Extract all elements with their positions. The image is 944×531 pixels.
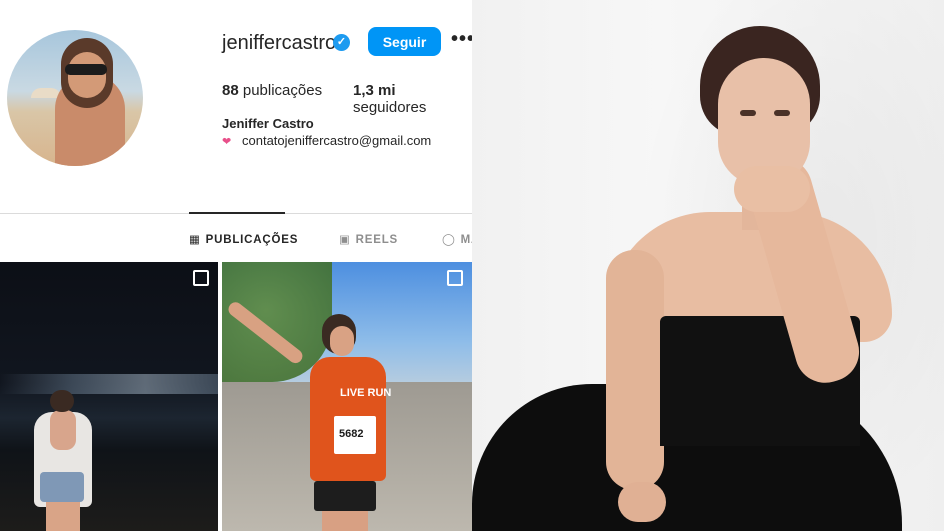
more-options-icon[interactable]: ••• <box>451 28 472 51</box>
avatar-sunglasses <box>65 64 107 75</box>
follow-button[interactable]: Seguir <box>368 27 441 56</box>
avatar-face <box>68 52 106 98</box>
profile-avatar[interactable] <box>7 30 143 166</box>
multi-image-icon <box>447 270 463 286</box>
post-shirt-text: LIVE RUN <box>340 387 392 399</box>
post-bib-number: 5682 <box>339 428 364 440</box>
portrait-left-eye <box>740 110 756 116</box>
posts-label: publicações <box>242 82 323 99</box>
tab-tagged[interactable]: ◯ MA <box>442 232 472 246</box>
post-runner-legs <box>322 511 368 531</box>
tab-publicacoes[interactable]: ▦ PUBLICAÇÕES <box>189 232 298 246</box>
followers-label: seguidores <box>353 99 427 116</box>
post-shoreline <box>0 374 218 394</box>
portrait-hand-under-chin <box>734 166 810 212</box>
posts-count-stat[interactable]: 88 publicações <box>222 82 322 99</box>
grid-icon: ▦ <box>189 234 201 246</box>
bio-contact-line: ❤ contatojeniffercastro@gmail.com <box>222 133 431 148</box>
reels-icon: ▣ <box>339 234 351 246</box>
profile-username: jeniffercastro <box>222 32 337 54</box>
post-person-shorts <box>40 472 84 502</box>
profile-full-name: Jeniffer Castro <box>222 116 314 131</box>
post-person-hair <box>50 390 74 412</box>
instagram-profile-screenshot: jeniffercastro ✓ Seguir ••• 88 publicaçõ… <box>0 0 472 531</box>
post-runner-face <box>330 326 354 356</box>
tab-label: MA <box>460 234 472 246</box>
post-thumbnail-beach-night[interactable] <box>0 262 218 531</box>
tab-label: PUBLICAÇÕES <box>205 234 299 246</box>
tagged-icon: ◯ <box>442 234 456 246</box>
posts-count: 88 <box>222 82 239 99</box>
tab-reels[interactable]: ▣ REELS <box>339 232 398 246</box>
followers-count: 1,3 mi <box>353 82 396 99</box>
portrait-photo <box>472 0 944 531</box>
multi-image-icon <box>193 270 209 286</box>
tab-label: REELS <box>355 234 399 246</box>
portrait-right-eye <box>774 110 790 116</box>
active-tab-indicator <box>189 212 285 214</box>
portrait-hand-on-knee <box>618 482 666 522</box>
post-runner-shorts <box>314 481 376 511</box>
verified-badge-icon: ✓ <box>333 34 350 51</box>
post-person-skin <box>50 410 76 450</box>
post-person-legs <box>46 502 80 531</box>
contact-email: contatojeniffercastro@gmail.com <box>242 133 432 148</box>
heart-icon: ❤ <box>222 136 232 148</box>
portrait-left-arm <box>606 250 664 490</box>
followers-stat[interactable]: 1,3 mi seguidores <box>353 82 472 116</box>
post-thumbnail-race[interactable]: LIVE RUN 5682 <box>222 262 472 531</box>
